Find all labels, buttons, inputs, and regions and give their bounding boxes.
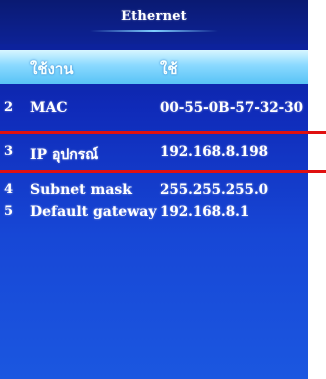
row-label: ใช้งาน bbox=[30, 60, 74, 78]
row-index: 2 bbox=[4, 100, 14, 115]
highlight-line-top bbox=[0, 131, 326, 134]
row-label: MAC bbox=[30, 100, 68, 116]
list-item-ip[interactable]: 3 IP อุปกรณ์ 192.168.8.198 bbox=[0, 136, 308, 170]
row-value: ใช้ bbox=[160, 60, 178, 78]
device-screen: Ethernet ใช้งาน ใช้ 2 MAC 00-55-0B-57-32… bbox=[0, 0, 308, 379]
title-bar: Ethernet bbox=[0, 0, 308, 44]
list-item-default-gateway[interactable]: 5 Default gateway 192.168.8.1 bbox=[0, 196, 308, 230]
list-item-enable[interactable]: ใช้งาน ใช้ bbox=[0, 50, 308, 84]
page-title: Ethernet bbox=[121, 9, 187, 24]
row-value: 00-55-0B-57-32-30 bbox=[160, 100, 304, 116]
row-value: 192.168.8.198 bbox=[160, 144, 269, 160]
list-item-mac[interactable]: 2 MAC 00-55-0B-57-32-30 bbox=[0, 92, 308, 126]
title-underline bbox=[90, 30, 218, 32]
row-label: IP อุปกรณ์ bbox=[30, 147, 99, 163]
row-label: Default gateway bbox=[30, 204, 157, 220]
row-value: 192.168.8.1 bbox=[160, 204, 250, 220]
row-index: 4 bbox=[4, 182, 14, 197]
row-index: 3 bbox=[4, 144, 14, 159]
highlight-line-bottom bbox=[0, 170, 326, 173]
row-index: 5 bbox=[4, 204, 14, 219]
